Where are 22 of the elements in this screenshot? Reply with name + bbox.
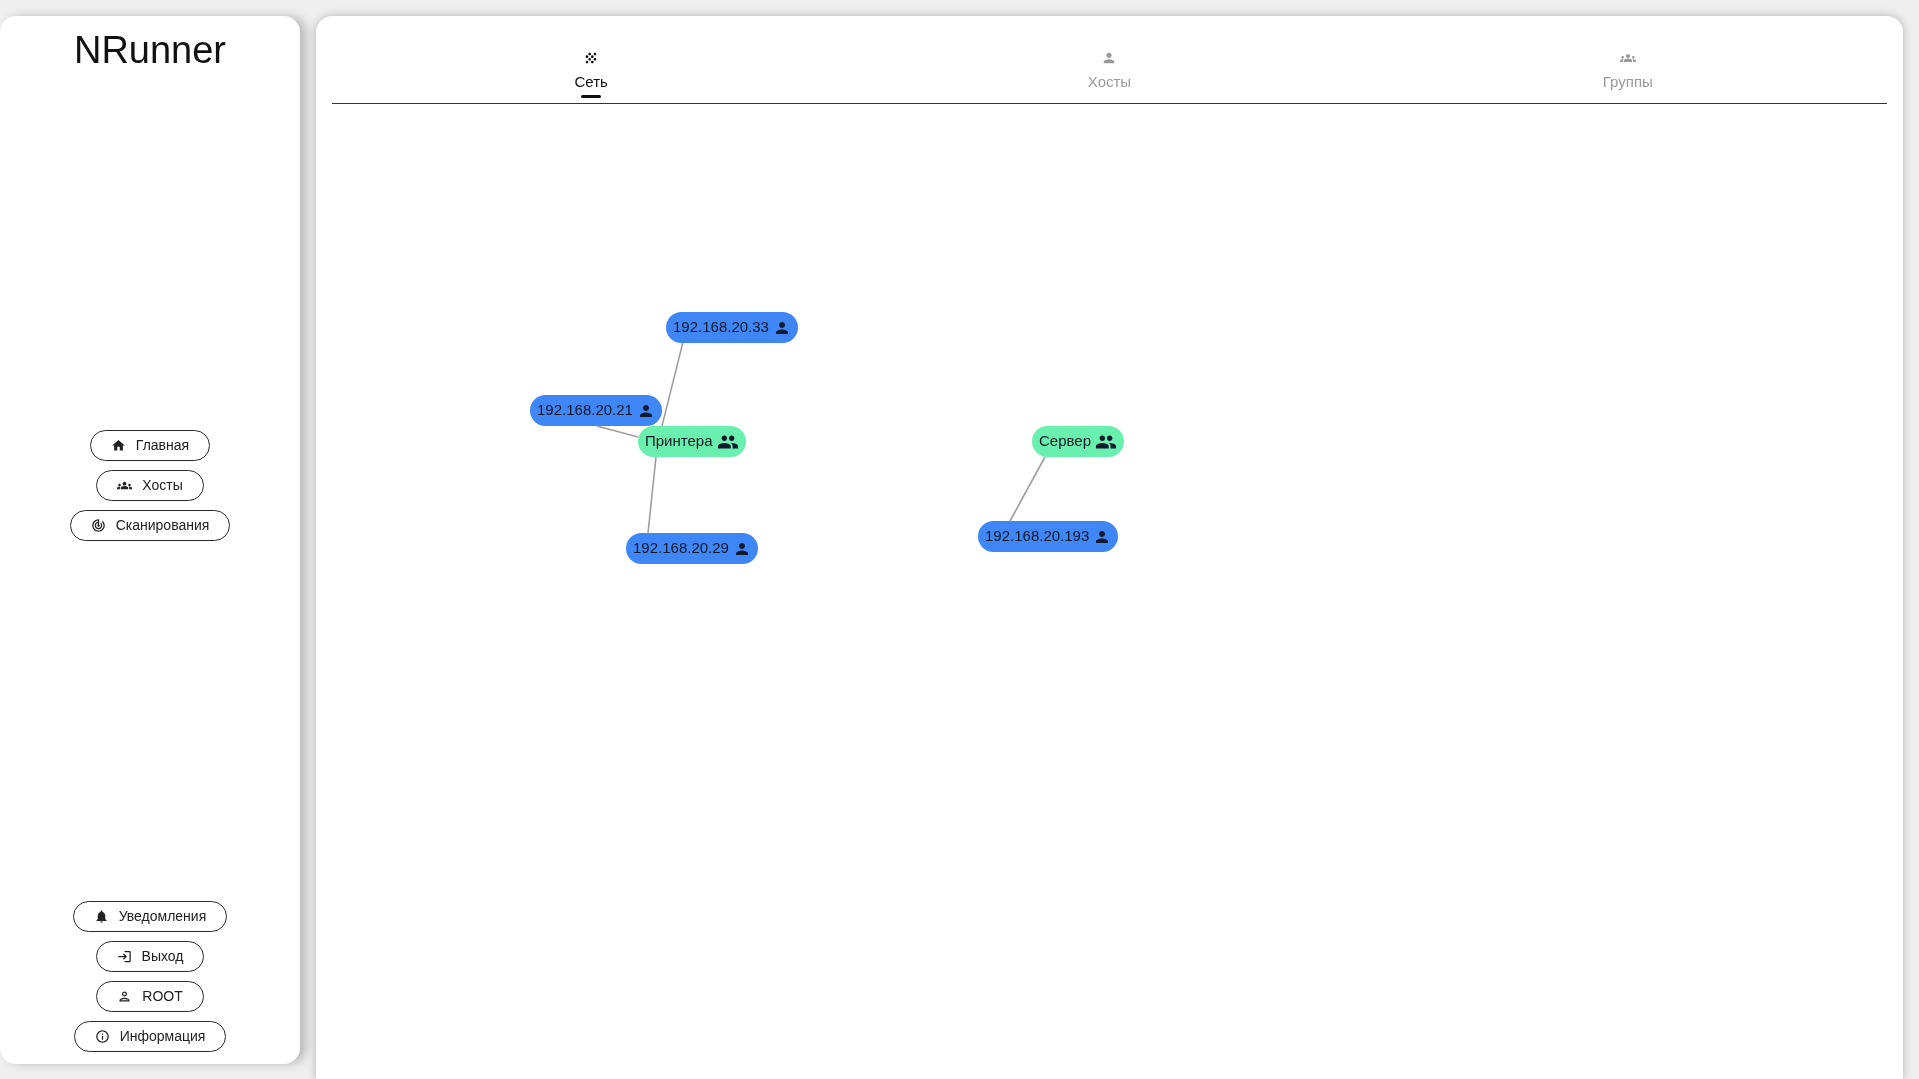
arrow-into-box-icon [116,949,132,964]
host-address: 192.168.20.193 [985,526,1090,547]
sidebar-nav-button[interactable]: Главная [89,430,211,461]
connector-line [1009,456,1046,522]
person-icon [117,989,133,1004]
group-name: Принтера [645,431,713,452]
group-name: Сервер [1039,431,1091,452]
host-address: 192.168.20.29 [633,538,729,559]
sidebar-nav-button[interactable]: Выход [95,941,205,972]
sidebar-nav-button[interactable]: ROOT [96,981,204,1012]
tab[interactable]: Сеть [332,36,851,103]
host-address: 192.168.20.21 [537,400,633,421]
info-icon [94,1029,110,1044]
connector-line [596,425,639,438]
app-title: NRunner [73,28,227,72]
sidebar-nav-button[interactable]: Уведомления [72,901,228,932]
sidebar-nav-button[interactable]: Информация [73,1021,227,1052]
sidebar-nav-button[interactable]: Сканирования [69,510,231,541]
target-icon [90,518,106,533]
home-icon [110,438,126,453]
sidebar-nav-button[interactable]: Хосты [96,470,204,501]
host-address: 192.168.20.33 [673,317,769,338]
